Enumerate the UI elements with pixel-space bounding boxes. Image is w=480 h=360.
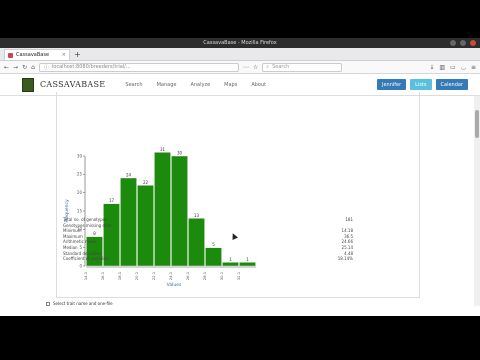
stats-row: Coefficient of variation 18.14% — [63, 256, 353, 262]
scrollbar-thumb[interactable] — [475, 110, 479, 138]
x-tick-label: 26.1 — [185, 271, 190, 280]
window-titlebar: CassavaBase - Mozilla Firefox — [0, 38, 480, 48]
info-icon[interactable]: ⓘ — [44, 64, 49, 71]
x-tick-label: 16.1 — [100, 271, 105, 280]
menu-item-analyze[interactable]: Analyze — [190, 82, 210, 88]
select-trait-row: Select trait name and one-file — [46, 301, 113, 306]
search-icon: ⌕ — [266, 64, 270, 70]
bar-value-label: 31 — [160, 147, 166, 152]
y-tick-label: 25 — [77, 172, 83, 177]
x-tick-label: 30.1 — [219, 271, 224, 280]
x-tick-label: 20.1 — [134, 271, 139, 280]
browser-tab[interactable]: CassavaBase × — [4, 49, 70, 60]
histogram-bar — [222, 262, 239, 267]
stats-value: 18.14% — [337, 256, 353, 262]
menu-item-about[interactable]: About — [251, 82, 266, 88]
bar-value-label: 22 — [143, 180, 149, 185]
downloads-icon[interactable]: ↓ — [429, 64, 434, 71]
bar-value-label: 24 — [126, 173, 132, 178]
calendar-button[interactable]: Calendar — [435, 79, 468, 90]
x-tick-label: 18.1 — [117, 271, 122, 280]
x-axis-label: Values — [167, 282, 182, 288]
select-trait-checkbox[interactable] — [46, 301, 50, 306]
histogram-chart: 051015202530FrequencyValues 814.11716.12… — [64, 147, 256, 288]
minimize-icon[interactable] — [450, 40, 456, 46]
url-text: localhost:8080/breeders/trial/... — [51, 64, 131, 70]
toolbar-icons: ↓ ▥ ▭ ◡ ≡ — [429, 64, 476, 71]
close-icon[interactable] — [470, 40, 476, 46]
lists-button[interactable]: Lists — [410, 79, 432, 90]
site-logo-icon[interactable] — [22, 77, 34, 92]
browser-window: CassavaBase - Mozilla Firefox CassavaBas… — [0, 38, 480, 316]
histogram-bar — [239, 262, 256, 267]
stats-label: Coefficient of variation — [63, 256, 109, 262]
bar-value-label: 17 — [109, 198, 115, 203]
sidebar-icon[interactable]: ▭ — [450, 64, 456, 71]
menu-item-maps[interactable]: Maps — [224, 82, 237, 88]
x-tick-label: 14.1 — [83, 271, 88, 280]
home-icon[interactable]: ⌂ — [31, 64, 35, 71]
nav-toolbar: ← → ↻ ⌂ ⓘ localhost:8080/breeders/trial/… — [0, 61, 480, 74]
x-tick-label: 32.1 — [236, 271, 241, 280]
x-tick-label: 28.1 — [202, 271, 207, 280]
tab-bar: CassavaBase × + — [0, 48, 480, 61]
menu-item-manage[interactable]: Manage — [157, 82, 177, 88]
back-icon[interactable]: ← — [4, 64, 9, 71]
user-button[interactable]: Jennifer — [376, 79, 407, 90]
stats-table: Total no. of genotypes 181 Genotypes missi… — [63, 217, 353, 262]
y-tick-label: 0 — [79, 263, 82, 268]
y-tick-label: 30 — [77, 153, 83, 158]
x-tick-label: 24.1 — [168, 271, 173, 280]
menu-item-search[interactable]: Search — [125, 82, 142, 88]
url-bar[interactable]: ⓘ localhost:8080/breeders/trial/... — [38, 62, 239, 72]
x-tick-label: 22.1 — [151, 271, 156, 280]
tab-label: CassavaBase — [16, 52, 50, 58]
window-title: CassavaBase - Mozilla Firefox — [203, 40, 277, 46]
menu-icon[interactable]: ≡ — [471, 64, 476, 71]
window-controls — [450, 40, 476, 46]
new-tab-icon[interactable]: + — [74, 50, 81, 59]
site-menu: Search Manage Analyze Maps About — [125, 82, 266, 88]
page-actions-icon[interactable]: ⋯ — [243, 64, 249, 71]
header-buttons: Jennifer Lists Calendar — [376, 79, 468, 90]
page-scrollbar[interactable] — [474, 96, 480, 306]
page-content: 0 5 10 15 20 25 30 Frequency Values 8 14.1 17 16.1 2… — [0, 92, 480, 306]
y-tick-label: 15 — [77, 208, 83, 213]
reload-icon[interactable]: ↻ — [22, 64, 27, 71]
site-logo-text[interactable]: CASSAVABASE — [40, 80, 105, 89]
y-tick-label: 20 — [77, 190, 83, 195]
bookmark-star-icon[interactable]: ☆ — [253, 64, 258, 71]
forward-icon[interactable]: → — [13, 64, 18, 71]
search-placeholder: Search — [272, 64, 290, 70]
search-input[interactable]: ⌕ Search — [262, 62, 343, 72]
maximize-icon[interactable] — [460, 40, 466, 46]
select-trait-label: Select trait name and one-file — [53, 301, 113, 306]
tab-close-icon[interactable]: × — [62, 52, 66, 58]
library-icon[interactable]: ▥ — [439, 64, 445, 71]
favicon-icon — [8, 52, 13, 58]
pocket-icon[interactable]: ◡ — [461, 64, 466, 71]
bar-value-label: 30 — [177, 151, 183, 156]
stats-value: 181 — [345, 217, 353, 222]
